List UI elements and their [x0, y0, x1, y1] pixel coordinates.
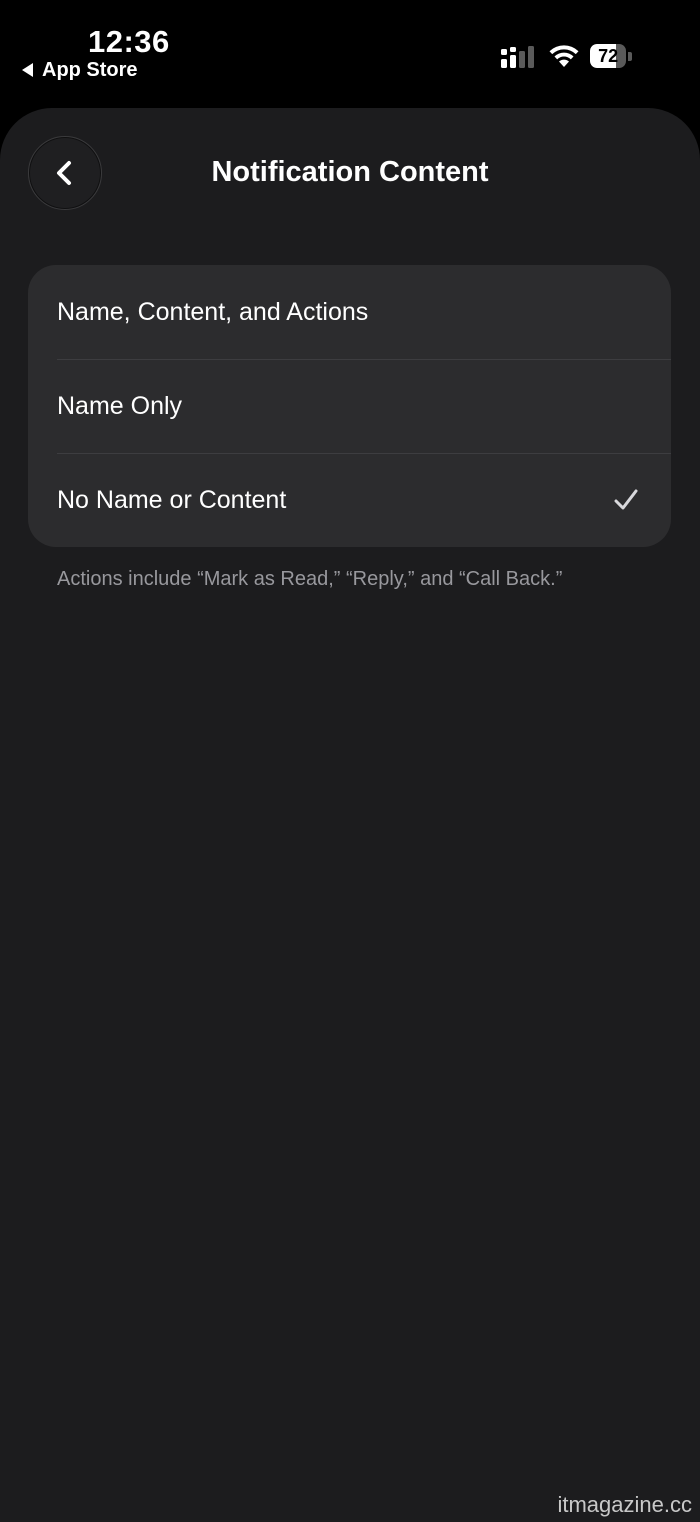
back-triangle-icon — [22, 63, 33, 77]
back-app-label: App Store — [42, 58, 138, 81]
battery-cap — [628, 51, 632, 61]
page-title: Notification Content — [211, 156, 489, 188]
option-name-content-actions[interactable]: Name, Content, and Actions — [28, 265, 671, 359]
footer-note: Actions include “Mark as Read,” “Reply,”… — [57, 568, 563, 590]
option-label: Name Only — [57, 391, 183, 420]
watermark-text: itmagazine.cc — [557, 1492, 692, 1517]
options-list: Name, Content, and Actions Name Only No … — [28, 265, 671, 547]
battery-percent: 72 — [598, 45, 619, 66]
back-to-app-link[interactable]: App Store — [22, 58, 138, 82]
screen: 12:36 App Store 72 Notification Content — [0, 0, 700, 1522]
option-name-only[interactable]: Name Only — [28, 359, 671, 453]
status-time: 12:36 — [88, 24, 170, 59]
settings-sheet: Notification Content Name, Content, and … — [0, 108, 700, 1522]
option-label: Name, Content, and Actions — [57, 297, 369, 326]
battery-body: 72 — [590, 44, 627, 68]
option-no-name-or-content[interactable]: No Name or Content — [28, 453, 671, 547]
wifi-icon — [549, 45, 579, 67]
cellular-signal-icon — [501, 46, 534, 68]
option-label: No Name or Content — [57, 485, 287, 514]
battery-indicator: 72 — [590, 44, 632, 68]
checkmark-icon — [614, 489, 638, 510]
